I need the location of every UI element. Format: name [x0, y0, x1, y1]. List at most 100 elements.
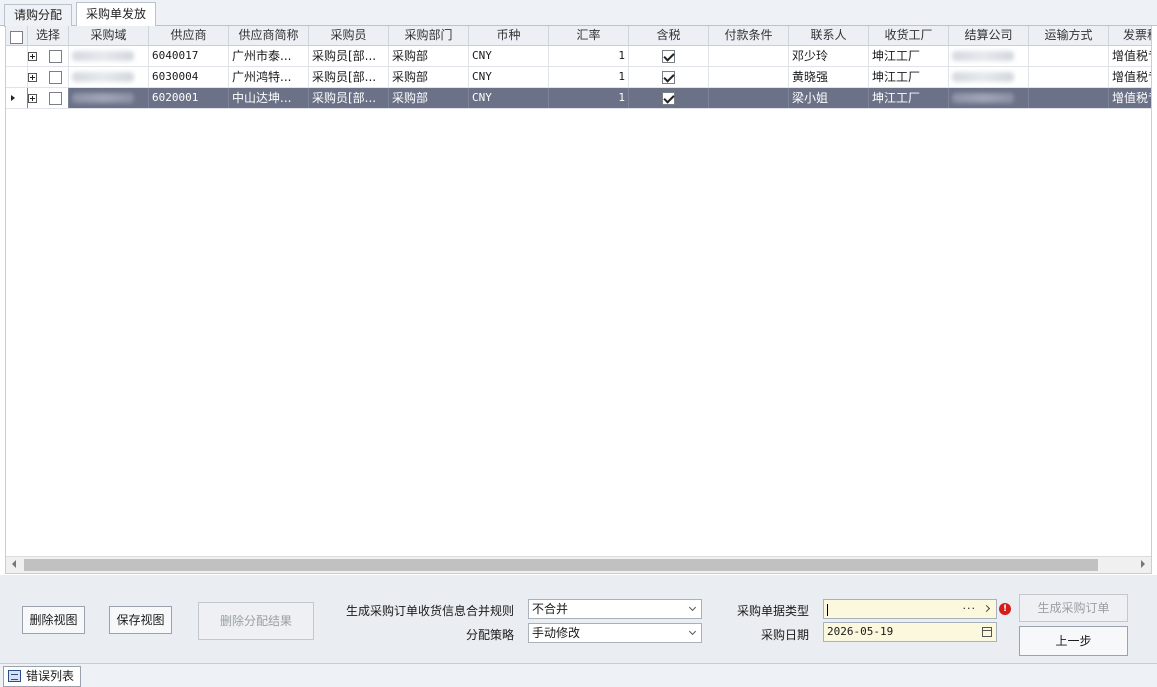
col-header-settle-company[interactable]: 结算公司	[949, 26, 1029, 46]
cell-transport	[1029, 46, 1109, 66]
strategy-label: 分配策略	[465, 628, 514, 642]
merge-rule-select[interactable]: 不合并	[528, 599, 702, 619]
tax-incl-checkbox[interactable]	[662, 92, 675, 105]
redacted-text: ████	[952, 72, 1014, 82]
scroll-left-icon[interactable]	[12, 560, 16, 568]
row-indicator	[6, 46, 28, 66]
col-header-contact[interactable]: 联系人	[789, 26, 869, 46]
select-all-checkbox[interactable]	[10, 30, 23, 44]
cell-buyer: 采购员[部...	[309, 46, 389, 66]
col-header-plant[interactable]: 收货工厂	[869, 26, 949, 46]
cell-currency: CNY	[469, 46, 549, 66]
cell-plant: 坤江工厂	[869, 46, 949, 66]
cell-settle-company: ████	[949, 88, 1029, 108]
col-header-supplier[interactable]: 供应商	[149, 26, 229, 46]
horizontal-scrollbar[interactable]	[6, 556, 1151, 573]
cell-currency: CNY	[469, 88, 549, 108]
tax-incl-checkbox[interactable]	[662, 50, 675, 63]
table-row[interactable]: ████ 6040017 广州市泰... 采购员[部... 采购部 CNY 1 …	[6, 46, 1151, 67]
scrollbar-thumb[interactable]	[24, 559, 1098, 571]
purchase-date-value: 2026-05-19	[827, 625, 894, 638]
cell-contact: 梁小姐	[789, 88, 869, 108]
scroll-right-icon[interactable]	[1141, 560, 1145, 568]
cell-rate: 1	[549, 67, 629, 87]
tab-bar: 请购分配 采购单发放	[0, 0, 1157, 27]
error-list-tab[interactable]: 错误列表	[3, 666, 82, 687]
expand-icon[interactable]	[28, 52, 37, 61]
col-header-buyer[interactable]: 采购员	[309, 26, 389, 46]
cell-supplier: 6020001	[149, 88, 229, 108]
select-all-cell	[6, 26, 28, 46]
delete-view-button[interactable]: 删除视图	[22, 606, 85, 634]
save-view-button[interactable]: 保存视图	[109, 606, 172, 634]
expand-icon[interactable]	[28, 94, 37, 103]
expand-icon[interactable]	[28, 73, 37, 82]
col-header-transport[interactable]: 运输方式	[1029, 26, 1109, 46]
date-label: 采购日期	[760, 628, 809, 642]
strategy-value: 手动修改	[532, 626, 581, 640]
grid-header: 选择 采购域 供应商 供应商简称 采购员 采购部门 币种 汇率 含税 付款条件 …	[6, 26, 1151, 46]
doc-type-label: 采购单据类型	[736, 604, 809, 618]
tax-incl-checkbox[interactable]	[662, 71, 675, 84]
purchase-date-input[interactable]: 2026-05-19	[823, 622, 997, 642]
col-header-payment[interactable]: 付款条件	[709, 26, 789, 46]
cell-purchase-domain: ████	[69, 67, 149, 87]
cell-invoice-tax: 增值税专	[1109, 88, 1151, 108]
cell-settle-company: ████	[949, 46, 1029, 66]
merge-rule-value: 不合并	[532, 602, 569, 616]
redacted-text: ████	[952, 51, 1014, 61]
row-checkbox[interactable]	[48, 71, 62, 84]
delete-allocation-button[interactable]: 删除分配结果	[198, 602, 314, 640]
row-select-cell	[28, 46, 69, 66]
ellipsis-icon[interactable]: ···	[963, 600, 977, 618]
col-header-select[interactable]: 选择	[28, 26, 69, 46]
calendar-icon[interactable]	[982, 627, 992, 637]
action-panel: 删除视图 保存视图 删除分配结果 生成采购订单收货信息合并规则 不合并 分配策略…	[0, 575, 1157, 663]
tab-requisition-allocation[interactable]: 请购分配	[4, 4, 73, 27]
cell-dept: 采购部	[389, 67, 469, 87]
col-header-dept[interactable]: 采购部门	[389, 26, 469, 46]
redacted-text: ████	[952, 93, 1014, 103]
row-indicator	[6, 88, 28, 108]
row-select-cell	[28, 67, 69, 87]
col-header-invoice-tax[interactable]: 发票税	[1109, 26, 1151, 46]
redacted-text: ████	[72, 51, 134, 61]
cell-plant: 坤江工厂	[869, 88, 949, 108]
previous-step-button[interactable]: 上一步	[1019, 626, 1128, 656]
doc-type-input[interactable]: ···	[823, 599, 997, 619]
col-header-rate[interactable]: 汇率	[549, 26, 629, 46]
table-row[interactable]: ████ 6030004 广州鸿特... 采购员[部... 采购部 CNY 1 …	[6, 67, 1151, 88]
po-grid: 选择 采购域 供应商 供应商简称 采购员 采购部门 币种 汇率 含税 付款条件 …	[5, 26, 1152, 574]
cell-currency: CNY	[469, 67, 549, 87]
cell-payment	[709, 67, 789, 87]
cell-supplier-short: 中山达坤...	[229, 88, 309, 108]
col-header-tax-incl[interactable]: 含税	[629, 26, 709, 46]
col-header-currency[interactable]: 币种	[469, 26, 549, 46]
row-indicator	[6, 67, 28, 87]
cell-rate: 1	[549, 88, 629, 108]
cell-supplier-short: 广州市泰...	[229, 46, 309, 66]
cell-transport	[1029, 67, 1109, 87]
text-cursor	[827, 603, 828, 616]
col-header-supplier-short[interactable]: 供应商简称	[229, 26, 309, 46]
row-select-cell	[28, 88, 69, 108]
tab-po-release[interactable]: 采购单发放	[76, 2, 157, 27]
current-row-arrow-icon	[11, 95, 15, 101]
chevron-down-icon	[688, 627, 697, 636]
cell-invoice-tax: 增值税专	[1109, 67, 1151, 87]
row-checkbox[interactable]	[48, 92, 62, 105]
cell-dept: 采购部	[389, 46, 469, 66]
cell-tax-incl	[629, 67, 709, 87]
redacted-text: ████	[72, 72, 134, 82]
cell-invoice-tax: 增值税专	[1109, 46, 1151, 66]
col-header-purchase-domain[interactable]: 采购域	[69, 26, 149, 46]
row-checkbox[interactable]	[48, 50, 62, 63]
error-list-icon	[8, 670, 21, 682]
error-list-label: 错误列表	[26, 669, 75, 683]
cell-purchase-domain: ████	[69, 46, 149, 66]
cell-supplier: 6040017	[149, 46, 229, 66]
strategy-select[interactable]: 手动修改	[528, 623, 702, 643]
chevron-right-icon[interactable]	[982, 604, 991, 613]
generate-po-button[interactable]: 生成采购订单	[1019, 594, 1128, 622]
table-row-selected[interactable]: ████ 6020001 中山达坤... 采购员[部... 采购部 CNY 1 …	[6, 88, 1151, 109]
